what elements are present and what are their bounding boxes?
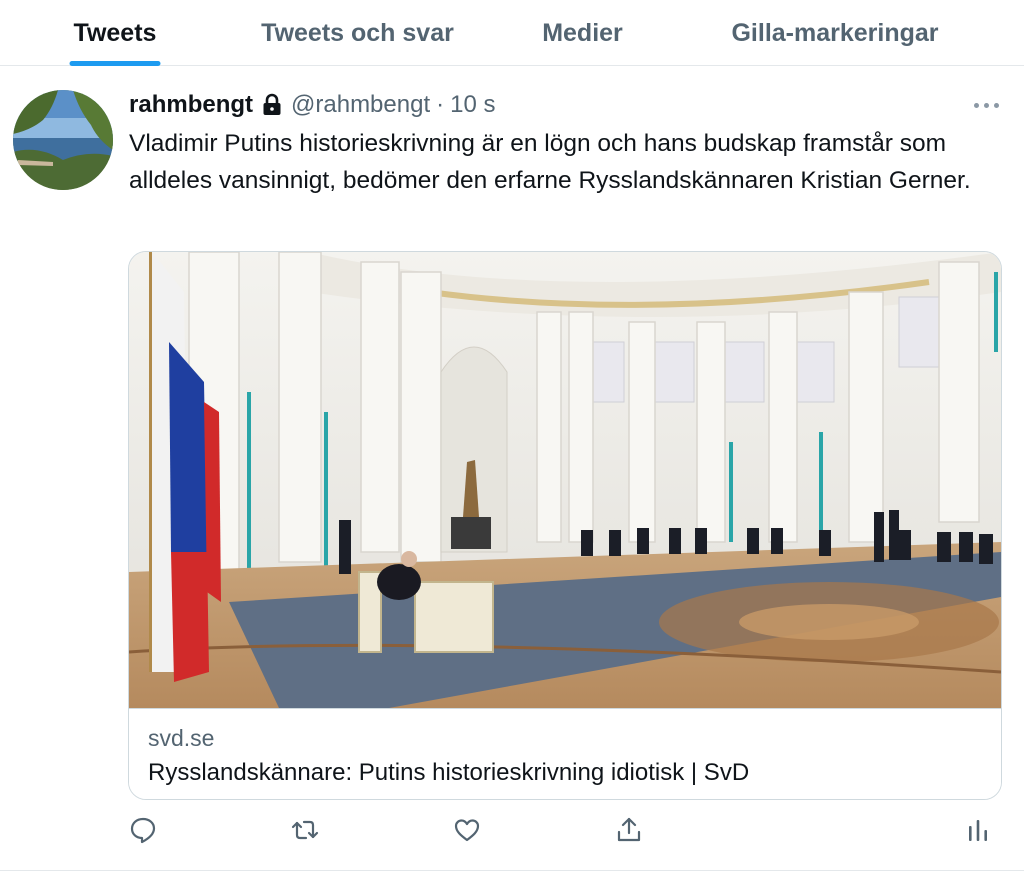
avatar-image xyxy=(13,90,113,190)
tab-tweets-and-replies[interactable]: Tweets och svar xyxy=(240,0,475,66)
reply-icon[interactable] xyxy=(128,815,158,845)
card-image xyxy=(129,252,1001,708)
tweet-actions xyxy=(0,815,1024,849)
avatar[interactable] xyxy=(13,90,113,190)
tab-label: Tweets xyxy=(73,18,157,47)
profile-tabs: Tweets Tweets och svar Medier Gilla-mark… xyxy=(0,0,1024,66)
tweet[interactable]: rahmbengt @rahmbengt · 10 s Vladimir Put… xyxy=(0,67,1024,872)
tab-likes[interactable]: Gilla-markeringar xyxy=(705,0,965,66)
like-icon[interactable] xyxy=(452,815,482,845)
user-handle[interactable]: @rahmbengt xyxy=(291,91,430,119)
card-title: Rysslandskännare: Putins historieskrivni… xyxy=(148,759,750,786)
active-tab-indicator xyxy=(69,61,161,66)
card-meta[interactable]: svd.se Rysslandskännare: Putins historie… xyxy=(129,708,1001,799)
display-name[interactable]: rahmbengt xyxy=(129,91,253,119)
separator-dot: · xyxy=(436,91,445,118)
divider xyxy=(0,870,1024,871)
tab-label: Tweets och svar xyxy=(261,18,454,47)
tweet-header: rahmbengt @rahmbengt · 10 s xyxy=(129,89,496,121)
analytics-icon[interactable] xyxy=(963,815,993,845)
card-domain: svd.se xyxy=(148,725,215,751)
lock-icon xyxy=(261,93,283,117)
tab-media[interactable]: Medier xyxy=(520,0,645,66)
tab-label: Gilla-markeringar xyxy=(731,18,939,47)
tab-label: Medier xyxy=(542,18,623,47)
tab-tweets[interactable]: Tweets xyxy=(40,0,190,66)
kremlin-hall-photo xyxy=(129,252,1001,708)
retweet-icon[interactable] xyxy=(290,815,320,845)
tweet-text: Vladimir Putins historieskrivning är en … xyxy=(129,130,971,194)
share-icon[interactable] xyxy=(614,815,644,845)
more-options-icon[interactable] xyxy=(974,93,1000,117)
tweet-timestamp[interactable]: 10 s xyxy=(450,91,495,119)
link-preview-card[interactable]: svd.se Rysslandskännare: Putins historie… xyxy=(128,251,1002,800)
